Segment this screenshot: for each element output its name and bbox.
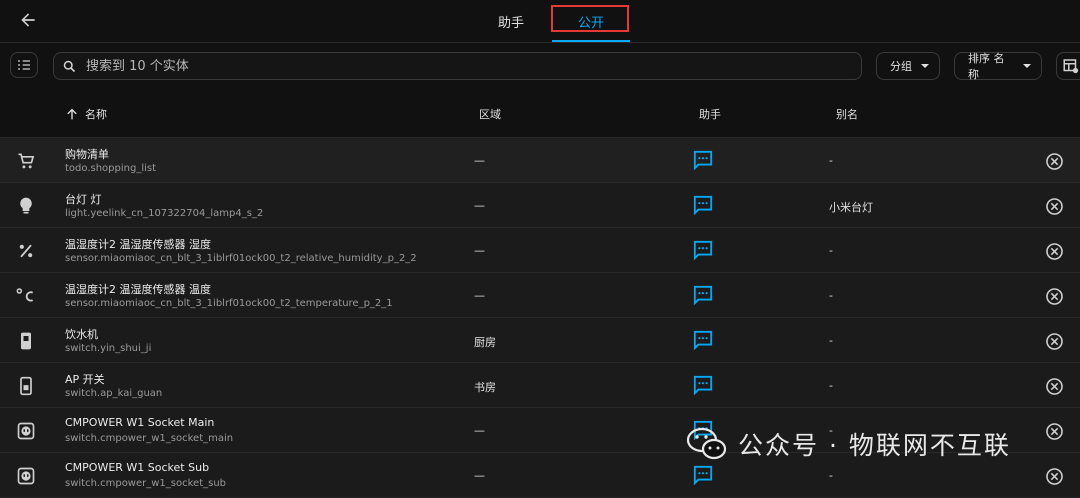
tab-assistant[interactable]: 助手	[478, 0, 544, 42]
column-name-label: 名称	[85, 107, 107, 121]
watermark: 公众号 · 物联网不互联	[686, 424, 1011, 464]
entity-id: switch.cmpower_w1_socket_sub	[65, 478, 227, 489]
entity-area: —	[474, 469, 485, 482]
entity-area: 厨房	[474, 336, 496, 349]
table-row[interactable]: 饮水机 switch.yin_shui_ji 厨房 -	[0, 318, 1080, 363]
socket-icon	[14, 419, 38, 443]
entity-alias: -	[829, 379, 833, 392]
group-by-label: 分组	[890, 60, 912, 73]
close-circle-icon[interactable]	[1045, 287, 1064, 306]
entity-alias: -	[829, 469, 833, 482]
entity-alias: -	[829, 154, 833, 167]
column-area-label: 区域	[479, 107, 501, 121]
entity-name: CMPOWER W1 Socket Sub	[65, 461, 210, 474]
entity-area: —	[474, 199, 485, 212]
filter-list-icon	[18, 60, 30, 70]
chat-bubble-icon[interactable]	[692, 240, 714, 260]
close-circle-icon[interactable]	[1045, 152, 1064, 171]
close-circle-icon[interactable]	[1045, 377, 1064, 396]
entity-name: 温湿度计2 温湿度传感器 湿度	[65, 238, 211, 251]
entity-id: switch.yin_shui_ji	[65, 343, 152, 354]
watermark-text: 公众号 · 物联网不互联	[738, 431, 1011, 460]
arrow-left-icon	[21, 13, 35, 27]
column-header-alias[interactable]: 别名	[836, 89, 858, 138]
table-row[interactable]: AP 开关 switch.ap_kai_guan 书房 -	[0, 363, 1080, 408]
table-row[interactable]: 台灯 灯 light.yeelink_cn_107322704_lamp4_s_…	[0, 183, 1080, 228]
celsius-icon	[14, 284, 38, 308]
wechat-icon	[686, 427, 727, 460]
entity-area: —	[474, 424, 485, 437]
chat-bubble-icon[interactable]	[692, 195, 714, 215]
socket-icon	[14, 464, 38, 488]
toolbar: 分组 排序 名称	[0, 43, 1080, 89]
caret-down-icon	[921, 64, 929, 68]
entity-name: CMPOWER W1 Socket Main	[65, 416, 215, 429]
entity-id: light.yeelink_cn_107322704_lamp4_s_2	[65, 208, 264, 219]
back-button[interactable]	[14, 6, 42, 34]
entity-area: —	[474, 289, 485, 302]
chat-bubble-icon[interactable]	[692, 330, 714, 350]
entity-name: 台灯 灯	[65, 193, 102, 206]
arrow-up-icon	[67, 108, 77, 119]
column-header-name[interactable]: 名称	[64, 89, 107, 138]
entity-id: switch.cmpower_w1_socket_main	[65, 433, 234, 444]
column-assistant-label: 助手	[699, 107, 721, 121]
entity-id: todo.shopping_list	[65, 163, 157, 174]
group-by-dropdown[interactable]: 分组	[876, 52, 940, 80]
close-circle-icon[interactable]	[1045, 242, 1064, 261]
chat-bubble-icon[interactable]	[692, 150, 714, 170]
highlight-box	[551, 5, 629, 32]
lightbulb-icon	[14, 194, 38, 218]
entity-alias: -	[829, 244, 833, 257]
table-cog-icon	[1063, 59, 1079, 74]
table-row[interactable]: 温湿度计2 温湿度传感器 湿度 sensor.miaomiaoc_cn_blt_…	[0, 228, 1080, 273]
entity-id: switch.ap_kai_guan	[65, 388, 163, 399]
chat-bubble-icon[interactable]	[692, 375, 714, 395]
caret-down-icon	[1023, 64, 1031, 68]
entity-name: 饮水机	[65, 328, 98, 341]
entity-name: 购物清单	[65, 148, 109, 161]
close-circle-icon[interactable]	[1045, 197, 1064, 216]
column-header-assistant[interactable]: 助手	[699, 89, 721, 138]
column-alias-label: 别名	[836, 107, 858, 121]
active-tab-indicator	[552, 40, 630, 42]
sort-label: 排序 名称	[968, 52, 1005, 81]
entity-area: 书房	[474, 381, 496, 394]
switch-icon	[14, 329, 38, 353]
column-header-area[interactable]: 区域	[479, 89, 501, 138]
entity-area: —	[474, 244, 485, 257]
entity-area: —	[474, 154, 485, 167]
entity-id: sensor.miaomiaoc_cn_blt_3_1iblrf01ock00_…	[65, 298, 393, 309]
close-circle-icon[interactable]	[1045, 422, 1064, 441]
entity-name: 温湿度计2 温湿度传感器 温度	[65, 283, 211, 296]
entity-alias: -	[829, 289, 833, 302]
search-input[interactable]	[84, 57, 848, 75]
entity-alias: -	[829, 334, 833, 347]
table-header: 名称 区域 助手 别名	[0, 89, 1080, 138]
chat-bubble-icon[interactable]	[692, 465, 714, 485]
table-settings-button[interactable]	[1056, 52, 1080, 80]
search-box[interactable]	[53, 52, 862, 80]
close-circle-icon[interactable]	[1045, 467, 1064, 486]
filter-toggle-button[interactable]	[10, 52, 38, 78]
close-circle-icon[interactable]	[1045, 332, 1064, 351]
entity-id: sensor.miaomiaoc_cn_blt_3_1iblrf01ock00_…	[65, 253, 417, 264]
cart-icon	[14, 149, 38, 173]
chat-bubble-icon[interactable]	[692, 285, 714, 305]
tab-public[interactable]: 公开	[551, 0, 630, 42]
top-bar: 助手 公开	[0, 0, 1080, 43]
search-icon	[54, 59, 84, 74]
percent-icon	[14, 239, 38, 263]
entity-name: AP 开关	[65, 373, 105, 386]
table-row[interactable]: 购物清单 todo.shopping_list — -	[0, 138, 1080, 183]
entity-alias: 小米台灯	[829, 201, 873, 214]
table-row[interactable]: 温湿度计2 温湿度传感器 温度 sensor.miaomiaoc_cn_blt_…	[0, 273, 1080, 318]
tab-assistant-label: 助手	[497, 15, 524, 31]
phone-switch-icon	[14, 374, 38, 398]
sort-dropdown[interactable]: 排序 名称	[954, 52, 1042, 81]
